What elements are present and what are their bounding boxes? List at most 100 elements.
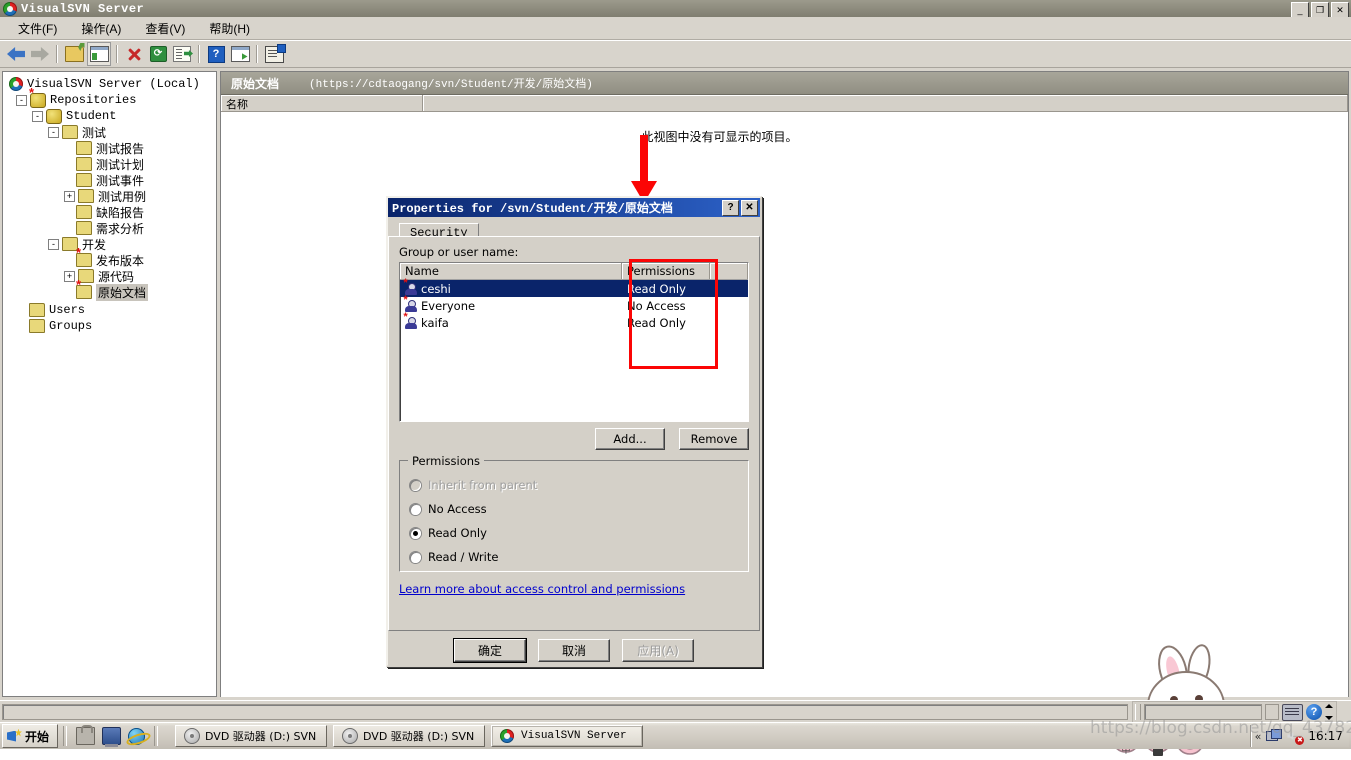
menu-action[interactable]: 操作(A) (69, 18, 133, 39)
system-tray: « 16:17 (1249, 725, 1349, 747)
apply-button[interactable]: 应用(A) (622, 638, 694, 662)
tree-item-test-plan[interactable]: 测试计划 (7, 156, 214, 172)
taskbar-item-label: DVD 驱动器 (D:) SVN (363, 730, 475, 743)
acl-cell-permission: No Access (627, 298, 686, 313)
tree-item-repositories[interactable]: - Repositories (7, 86, 214, 108)
internet-explorer-icon[interactable] (128, 727, 146, 745)
tree-item-ceshi[interactable]: - 测试 (7, 124, 214, 140)
dvd-icon (184, 728, 201, 744)
help-icon[interactable]: ? (1306, 704, 1322, 720)
acl-cell-name: * kaifa (400, 311, 622, 330)
tree-item-groups[interactable]: Groups (7, 318, 214, 334)
acl-col-name[interactable]: Name (400, 263, 622, 279)
tree-item-kaifa[interactable]: - 开发 (7, 236, 214, 252)
expander-icon[interactable]: - (48, 126, 59, 138)
folder-icon (76, 173, 92, 187)
help-icon[interactable]: ? (205, 43, 227, 65)
table-row[interactable]: * ceshi Read Only (400, 277, 748, 297)
learn-more-link[interactable]: Learn more about access control and perm… (399, 582, 685, 596)
desktop-icon[interactable] (102, 727, 122, 747)
dialog-title: Properties for /svn/Student/开发/原始文档 (392, 199, 720, 216)
tree-item-test-report[interactable]: 测试报告 (7, 140, 214, 156)
tree-root-label: VisualSVN Server (Local) (27, 77, 200, 91)
restore-button[interactable]: ❐ (1311, 2, 1329, 18)
taskbar-item-visualsvn[interactable]: VisualSVN Server (491, 725, 644, 747)
red-arrow-annotation-icon (631, 135, 657, 203)
tree-item-users[interactable]: Users (7, 302, 214, 318)
tree-item-student[interactable]: - Student (7, 108, 214, 124)
expander-icon[interactable]: - (16, 94, 27, 106)
radio-inherit-from-parent[interactable]: Inherit from parent (410, 473, 738, 497)
back-arrow-icon[interactable] (5, 43, 27, 65)
minimize-button[interactable]: _ (1291, 2, 1309, 18)
tree-root[interactable]: VisualSVN Server (Local) (7, 76, 214, 92)
expander-icon[interactable]: + (64, 270, 75, 282)
taskbar-item-dvd-1[interactable]: DVD 驱动器 (D:) SVN (175, 725, 328, 747)
tree-item-requirement-analysis[interactable]: 需求分析 (7, 220, 214, 236)
tree-item-original-doc[interactable]: 原始文档 (7, 278, 214, 301)
menubar: 文件(F) 操作(A) 查看(V) 帮助(H) (0, 17, 1351, 40)
tree-item-test-event[interactable]: 测试事件 (7, 172, 214, 188)
column-header-blank[interactable] (423, 95, 1348, 111)
volume-muted-icon[interactable] (1287, 729, 1305, 745)
ime-extra-button[interactable] (1265, 704, 1279, 720)
toolbar-separator (116, 45, 118, 63)
tree-item-release-version[interactable]: 发布版本 (7, 246, 214, 268)
expander-icon[interactable]: - (32, 110, 43, 122)
expander-icon[interactable]: - (48, 238, 59, 250)
window-title: VisualSVN Server (21, 1, 145, 16)
ime-input-field[interactable] (1144, 704, 1262, 720)
tree-item-label: 源代码 (98, 269, 135, 284)
start-label: 开始 (25, 729, 50, 744)
refresh-icon[interactable]: ⟳ (147, 43, 169, 65)
network-icon[interactable] (1266, 729, 1283, 743)
taskbar-item-label: VisualSVN Server (521, 730, 627, 742)
language-bar[interactable]: ? (1132, 701, 1337, 723)
dialog-close-button[interactable]: ✕ (741, 199, 758, 216)
tray-expand-chevron-icon[interactable]: « (1255, 730, 1262, 743)
radio-read-write[interactable]: Read / Write (410, 545, 738, 569)
menu-help[interactable]: 帮助(H) (197, 18, 262, 39)
table-row[interactable]: * Everyone No Access (400, 294, 748, 314)
keyboard-icon[interactable] (1282, 703, 1303, 721)
folder-icon (76, 205, 92, 219)
start-button[interactable]: 开始 (2, 724, 59, 748)
add-button[interactable]: Add... (595, 428, 665, 450)
spinner-icon[interactable] (1325, 704, 1334, 720)
expander-icon[interactable]: + (64, 190, 75, 202)
menu-file[interactable]: 文件(F) (6, 18, 69, 39)
column-header-name[interactable]: 名称 (221, 95, 423, 111)
radio-no-access[interactable]: No Access (410, 497, 738, 521)
export-list-icon[interactable] (171, 43, 193, 65)
tree-item-test-case[interactable]: + 测试用例 (7, 188, 214, 204)
statusbar: ? (0, 700, 1351, 723)
menu-view[interactable]: 查看(V) (133, 18, 197, 39)
forward-arrow-icon[interactable] (29, 43, 51, 65)
acl-col-permissions[interactable]: Permissions (622, 263, 710, 279)
properties-icon[interactable] (263, 43, 286, 65)
repository-icon (46, 108, 62, 124)
toolbar-separator (256, 45, 258, 63)
show-desktop-icon[interactable] (76, 725, 96, 745)
properties-dialog[interactable]: Properties for /svn/Student/开发/原始文档 ? ✕ … (386, 196, 762, 667)
dialog-help-button[interactable]: ? (722, 199, 739, 216)
up-folder-icon[interactable] (63, 43, 85, 65)
tree-item-defect-report[interactable]: 缺陷报告 (7, 204, 214, 220)
close-button[interactable]: ✕ (1331, 2, 1349, 18)
tree-item-label: 测试计划 (96, 157, 145, 172)
cancel-button[interactable]: 取消 (538, 638, 610, 662)
tree-item-source-code[interactable]: + 源代码 (7, 268, 214, 284)
table-row[interactable]: * kaifa Read Only (400, 311, 748, 331)
delete-icon[interactable] (123, 43, 145, 65)
console-icon[interactable] (229, 43, 251, 65)
acl-listbox[interactable]: Name Permissions * ceshi Read Only * Eve… (399, 262, 749, 422)
show-tree-icon[interactable] (87, 42, 111, 66)
taskbar-item-dvd-2[interactable]: DVD 驱动器 (D:) SVN (333, 725, 486, 747)
ok-button[interactable]: 确定 (454, 638, 526, 662)
tree-pane[interactable]: VisualSVN Server (Local) - Repositories … (2, 71, 217, 697)
toolbar-separator (56, 45, 58, 63)
langbar-grip[interactable] (1135, 704, 1141, 720)
clock[interactable]: 16:17 (1308, 729, 1343, 743)
remove-button[interactable]: Remove (679, 428, 749, 450)
radio-read-only[interactable]: Read Only (410, 521, 738, 545)
